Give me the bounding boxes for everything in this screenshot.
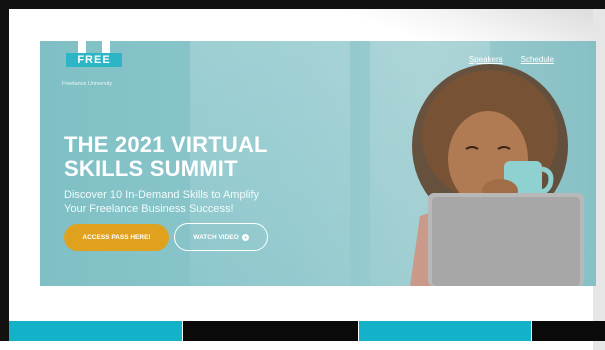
hero-subtitle-line1: Discover 10 In-Demand Skills to Amplify bbox=[64, 189, 260, 201]
nav-speakers-link[interactable]: Speakers bbox=[469, 55, 503, 64]
left-border bbox=[0, 0, 9, 341]
hero-subtitle-line2: Your Freelance Business Success! bbox=[64, 203, 234, 215]
footer-strip-teal bbox=[9, 321, 182, 341]
watch-video-label: WATCH VIDEO bbox=[193, 233, 239, 241]
freelance-university-logo[interactable]: FREE Freelance University bbox=[62, 41, 132, 91]
hero-subtitle: Discover 10 In-Demand Skills to Amplify … bbox=[64, 188, 294, 216]
hero-title-line2: SKILLS SUMMIT bbox=[64, 156, 238, 181]
footer-strip-teal bbox=[359, 321, 531, 341]
access-pass-button[interactable]: ACCESS PASS HERE! bbox=[64, 224, 169, 251]
top-border bbox=[0, 0, 605, 9]
nav-schedule-link[interactable]: Schedule bbox=[521, 55, 554, 64]
footer-strip-black bbox=[532, 321, 605, 341]
hero-title-line1: THE 2021 VIRTUAL bbox=[64, 132, 268, 157]
footer-strips bbox=[9, 321, 605, 341]
logo-ribbon: FREE bbox=[66, 53, 122, 67]
top-nav: Speakers Schedule bbox=[469, 55, 554, 64]
play-circle-icon bbox=[241, 233, 249, 241]
hero-photo bbox=[410, 64, 584, 286]
hero-title: THE 2021 VIRTUAL SKILLS SUMMIT bbox=[64, 133, 268, 181]
watch-video-button[interactable]: WATCH VIDEO bbox=[174, 223, 268, 251]
footer-strip-black bbox=[183, 321, 358, 341]
logo-text: Freelance University bbox=[62, 81, 113, 87]
hero-banner: FREE Freelance University Speakers Sched… bbox=[40, 41, 596, 286]
access-pass-label: ACCESS PASS HERE! bbox=[82, 234, 151, 241]
top-right-gradient bbox=[333, 9, 593, 41]
